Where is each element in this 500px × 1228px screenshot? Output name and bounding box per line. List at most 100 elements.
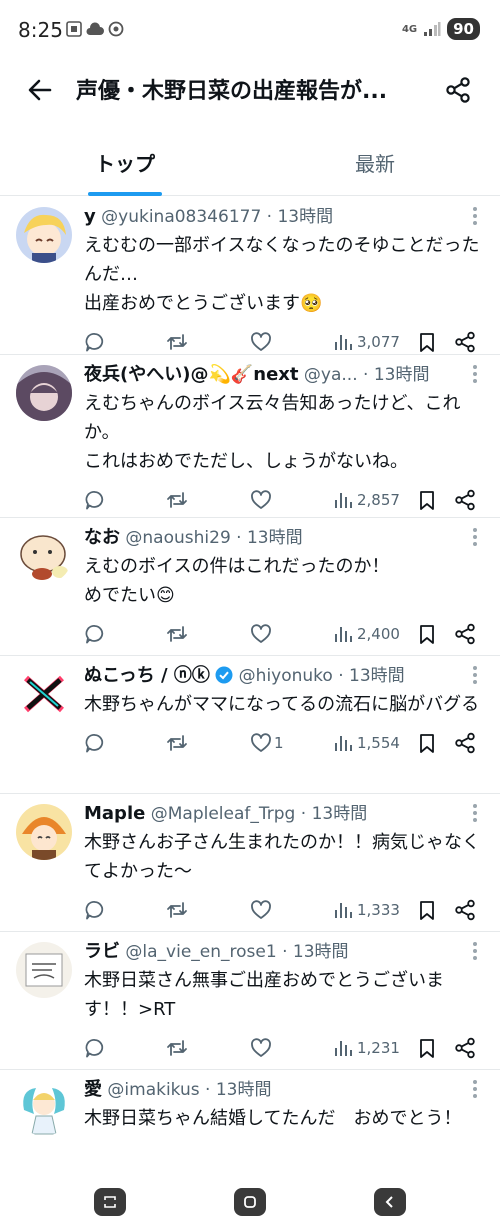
tweet-share-button[interactable] (454, 328, 476, 356)
more-options-button[interactable] (472, 1080, 478, 1100)
tweet-time[interactable]: 13時間 (374, 365, 430, 385)
views-button[interactable]: 2,857 (332, 486, 400, 514)
user-handle[interactable]: @hiyonuko (239, 666, 333, 686)
more-options-button[interactable] (472, 528, 478, 548)
view-count: 1,554 (357, 734, 400, 752)
avatar[interactable] (16, 365, 72, 421)
view-count: 2,400 (357, 625, 400, 643)
tweet-time[interactable]: 13時間 (247, 528, 303, 548)
reply-button[interactable] (84, 620, 106, 648)
display-name[interactable]: なお (84, 527, 120, 548)
user-handle[interactable]: @imakikus (107, 1080, 199, 1100)
more-options-button[interactable] (472, 365, 478, 385)
like-button[interactable] (250, 620, 274, 648)
views-button[interactable]: 1,554 (332, 729, 400, 757)
reply-icon (85, 491, 104, 510)
like-button[interactable]: 1 (250, 729, 284, 757)
share-button[interactable] (438, 70, 478, 110)
tab-top[interactable]: トップ (0, 132, 250, 196)
tweet-share-button[interactable] (454, 896, 476, 924)
retweet-button[interactable] (166, 1034, 188, 1062)
tweet[interactable]: ぬこっち / ⓝⓚ @hiyonuko · 13時間 木野ちゃんがママになってる… (0, 656, 500, 794)
top-app-bar: 声優・木野日菜の出産報告が... (0, 58, 500, 122)
views-button[interactable]: 1,333 (332, 896, 400, 924)
user-handle[interactable]: @yukina08346177 (101, 207, 261, 227)
display-name[interactable]: ぬこっち / ⓝⓚ (84, 665, 210, 686)
bookmark-button[interactable] (416, 620, 438, 648)
display-name[interactable]: 愛 (84, 1079, 102, 1100)
tweet-share-button[interactable] (454, 620, 476, 648)
tweet-text: 木野日菜さん無事ご出産おめでとうございます！！>RT (84, 970, 444, 1020)
more-options-button[interactable] (472, 942, 478, 962)
reply-button[interactable] (84, 1034, 106, 1062)
tweet-time[interactable]: 13時間 (293, 942, 349, 962)
views-button[interactable]: 2,400 (332, 620, 400, 648)
display-name[interactable]: 夜兵(やへい)@💫🎸next (84, 364, 299, 385)
like-button[interactable] (250, 1034, 274, 1062)
user-handle[interactable]: @naoushi29 (125, 528, 230, 548)
reply-button[interactable] (84, 896, 106, 924)
bookmark-button[interactable] (416, 729, 438, 757)
back-nav-button[interactable] (374, 1188, 406, 1216)
tweet-header: 愛 @imakikus · 13時間 (84, 1079, 272, 1100)
tweet-share-button[interactable] (454, 1034, 476, 1062)
like-button[interactable] (250, 328, 274, 356)
tweet-time[interactable]: 13時間 (277, 207, 333, 227)
display-name[interactable]: Maple (84, 803, 145, 824)
more-options-button[interactable] (472, 666, 478, 686)
tweet-text: 木野日菜ちゃん結婚してたんだ おめでとう！ (84, 1108, 462, 1129)
tweet[interactable]: Maple @Mapleleaf_Trpg · 13時間 木野さんお子さん生まれ… (0, 794, 500, 932)
recents-button[interactable] (94, 1188, 126, 1216)
bookmark-button[interactable] (416, 1034, 438, 1062)
user-handle[interactable]: @Mapleleaf_Trpg (151, 804, 296, 824)
avatar[interactable] (16, 804, 72, 860)
home-button[interactable] (234, 1188, 266, 1216)
user-handle[interactable]: @la_vie_en_rose1 (125, 942, 276, 962)
views-button[interactable]: 1,231 (332, 1034, 400, 1062)
bookmark-button[interactable] (416, 328, 438, 356)
retweet-button[interactable] (166, 620, 188, 648)
retweet-button[interactable] (166, 729, 188, 757)
tweet-time[interactable]: 13時間 (312, 804, 368, 824)
reply-button[interactable] (84, 729, 106, 757)
retweet-button[interactable] (166, 896, 188, 924)
like-button[interactable] (250, 486, 274, 514)
bookmark-button[interactable] (416, 896, 438, 924)
bookmark-icon (420, 734, 434, 753)
bookmark-button[interactable] (416, 486, 438, 514)
share-icon (446, 77, 470, 103)
tweet-time[interactable]: 13時間 (349, 666, 405, 686)
user-handle[interactable]: @ya... (304, 365, 358, 385)
tweet-share-button[interactable] (454, 729, 476, 757)
display-name[interactable]: ラビ (84, 941, 120, 962)
avatar[interactable] (16, 207, 72, 263)
bookmark-icon (420, 491, 434, 510)
more-options-button[interactable] (472, 804, 478, 824)
tweet-time[interactable]: 13時間 (216, 1080, 272, 1100)
like-button[interactable] (250, 896, 274, 924)
display-name[interactable]: y (84, 206, 96, 227)
retweet-button[interactable] (166, 328, 188, 356)
tweet[interactable]: 愛 @imakikus · 13時間 木野日菜ちゃん結婚してたんだ おめでとう！ (0, 1070, 500, 1190)
retweet-button[interactable] (166, 486, 188, 514)
reply-icon (85, 625, 104, 644)
reply-button[interactable] (84, 486, 106, 514)
avatar[interactable] (16, 942, 72, 998)
bar-chart-icon (335, 493, 352, 508)
tab-latest[interactable]: 最新 (250, 132, 500, 196)
tweet-share-button[interactable] (454, 486, 476, 514)
tweet[interactable]: なお @naoushi29 · 13時間 えむのボイスの件はこれだったのか！ め… (0, 518, 500, 656)
share-icon (455, 489, 475, 511)
avatar[interactable] (16, 666, 72, 722)
back-button[interactable] (20, 70, 60, 110)
views-button[interactable]: 3,077 (332, 328, 400, 356)
avatar[interactable] (16, 528, 72, 584)
tweet[interactable]: 夜兵(やへい)@💫🎸next @ya... · 13時間 えむちゃんのボイス云々… (0, 355, 500, 518)
tweet[interactable]: ラビ @la_vie_en_rose1 · 13時間 木野日菜さん無事ご出産おめ… (0, 932, 500, 1070)
more-options-button[interactable] (472, 207, 478, 227)
reply-button[interactable] (84, 328, 106, 356)
bar-chart-icon (335, 335, 352, 350)
avatar[interactable] (16, 1080, 72, 1136)
status-notification-icons (66, 21, 124, 37)
tweet[interactable]: y @yukina08346177 · 13時間 えむむの一部ボイスなくなったの… (0, 197, 500, 355)
